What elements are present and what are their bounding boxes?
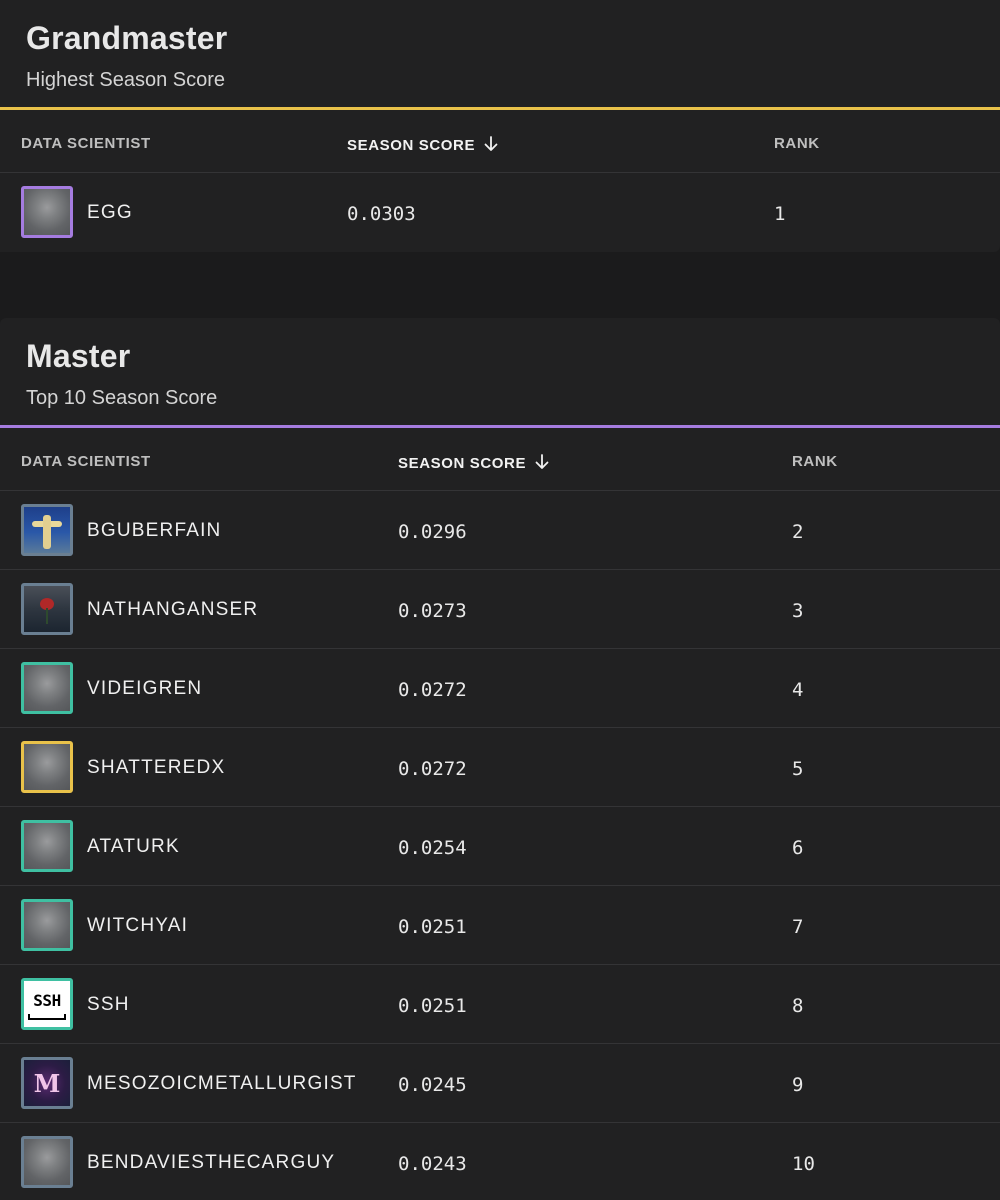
data-scientist-name[interactable]: SSH [87, 994, 130, 1016]
season-score-value: 0.0251 [398, 995, 467, 1017]
m-emblem-letter: M [33, 1069, 61, 1098]
rank-value: 6 [792, 837, 804, 859]
avatar[interactable] [21, 583, 73, 635]
default-avatar-icon [24, 665, 70, 711]
table-row[interactable]: VIDEIGREN 0.0272 4 [0, 649, 1000, 728]
grandmaster-header: Grandmaster Highest Season Score [0, 0, 1000, 110]
season-score-value: 0.0303 [347, 203, 416, 225]
avatar[interactable]: SSH [21, 978, 73, 1030]
data-scientist-name[interactable]: WITCHYAI [87, 915, 188, 937]
avatar[interactable] [21, 1136, 73, 1188]
season-score-value: 0.0245 [398, 1074, 467, 1096]
data-scientist-name[interactable]: MESOZOICMETALLURGIST [87, 1073, 357, 1095]
master-table-header: DATA SCIENTIST SEASON SCORE RANK [0, 428, 1000, 491]
rank-value: 8 [792, 995, 804, 1017]
data-scientist-name[interactable]: ATATURK [87, 836, 180, 858]
rank-value: 10 [792, 1153, 815, 1175]
grandmaster-panel: Grandmaster Highest Season Score DATA SC… [0, 0, 1000, 252]
master-table-body: BGUBERFAIN 0.0296 2 NATHANGANSER 0.0273 3 VIDE… [0, 491, 1000, 1200]
table-row[interactable]: SSH SSH 0.0251 8 [0, 965, 1000, 1044]
rank-value: 1 [774, 203, 786, 225]
default-avatar-icon [24, 1139, 70, 1185]
statue-avatar-image [24, 507, 70, 553]
column-header-data-scientist[interactable]: DATA SCIENTIST [21, 135, 151, 152]
rank-value: 9 [792, 1074, 804, 1096]
column-header-season-score[interactable]: SEASON SCORE [398, 453, 550, 472]
rank-value: 4 [792, 679, 804, 701]
default-avatar-icon [24, 189, 70, 235]
column-header-rank[interactable]: RANK [792, 453, 838, 470]
rank-value: 5 [792, 758, 804, 780]
season-score-value: 0.0272 [398, 679, 467, 701]
default-avatar-icon [24, 744, 70, 790]
avatar[interactable] [21, 741, 73, 793]
data-scientist-name[interactable]: EGG [87, 202, 133, 224]
rank-value: 7 [792, 916, 804, 938]
season-score-value: 0.0243 [398, 1153, 467, 1175]
table-row[interactable]: EGG 0.0303 1 [0, 173, 1000, 252]
rank-value: 2 [792, 521, 804, 543]
season-score-value: 0.0273 [398, 600, 467, 622]
season-score-value: 0.0272 [398, 758, 467, 780]
master-panel: Master Top 10 Season Score DATA SCIENTIS… [0, 318, 1000, 1200]
column-header-season-score[interactable]: SEASON SCORE [347, 135, 499, 154]
table-row[interactable]: WITCHYAI 0.0251 7 [0, 886, 1000, 965]
master-title: Master [26, 338, 131, 374]
default-avatar-icon [24, 902, 70, 948]
grandmaster-title: Grandmaster [26, 20, 228, 56]
avatar[interactable]: M [21, 1057, 73, 1109]
rose-avatar-image [24, 586, 70, 632]
data-scientist-name[interactable]: BGUBERFAIN [87, 520, 221, 542]
arrow-down-icon [484, 136, 498, 151]
avatar[interactable] [21, 820, 73, 872]
season-score-value: 0.0254 [398, 837, 467, 859]
table-row[interactable]: SHATTEREDX 0.0272 5 [0, 728, 1000, 807]
default-avatar-icon [24, 823, 70, 869]
season-score-value: 0.0251 [398, 916, 467, 938]
data-scientist-name[interactable]: BENDAVIESTHECARGUY [87, 1152, 335, 1174]
arrow-down-icon [535, 454, 549, 469]
avatar[interactable] [21, 504, 73, 556]
master-subtitle: Top 10 Season Score [26, 387, 218, 409]
column-header-rank[interactable]: RANK [774, 135, 820, 152]
season-score-value: 0.0296 [398, 521, 467, 543]
grandmaster-table-header: DATA SCIENTIST SEASON SCORE RANK [0, 110, 1000, 173]
table-row[interactable]: M MESOZOICMETALLURGIST 0.0245 9 [0, 1044, 1000, 1123]
table-row[interactable]: ATATURK 0.0254 6 [0, 807, 1000, 886]
column-header-season-score-label: SEASON SCORE [347, 137, 476, 154]
grandmaster-table-body: EGG 0.0303 1 [0, 173, 1000, 252]
grandmaster-subtitle: Highest Season Score [26, 69, 226, 91]
table-row[interactable]: BGUBERFAIN 0.0296 2 [0, 491, 1000, 570]
table-row[interactable]: NATHANGANSER 0.0273 3 [0, 570, 1000, 649]
column-header-data-scientist[interactable]: DATA SCIENTIST [21, 453, 151, 470]
master-header: Master Top 10 Season Score [0, 318, 1000, 428]
data-scientist-name[interactable]: VIDEIGREN [87, 678, 202, 700]
column-header-season-score-label: SEASON SCORE [398, 455, 527, 472]
data-scientist-name[interactable]: NATHANGANSER [87, 599, 258, 621]
avatar[interactable] [21, 186, 73, 238]
ssh-logo-bracket [28, 1014, 66, 1020]
table-row[interactable]: BENDAVIESTHECARGUY 0.0243 10 [0, 1123, 1000, 1200]
data-scientist-name[interactable]: SHATTEREDX [87, 757, 225, 779]
ssh-logo-text: SSH [33, 991, 61, 1010]
rank-value: 3 [792, 600, 804, 622]
avatar[interactable] [21, 899, 73, 951]
avatar[interactable] [21, 662, 73, 714]
